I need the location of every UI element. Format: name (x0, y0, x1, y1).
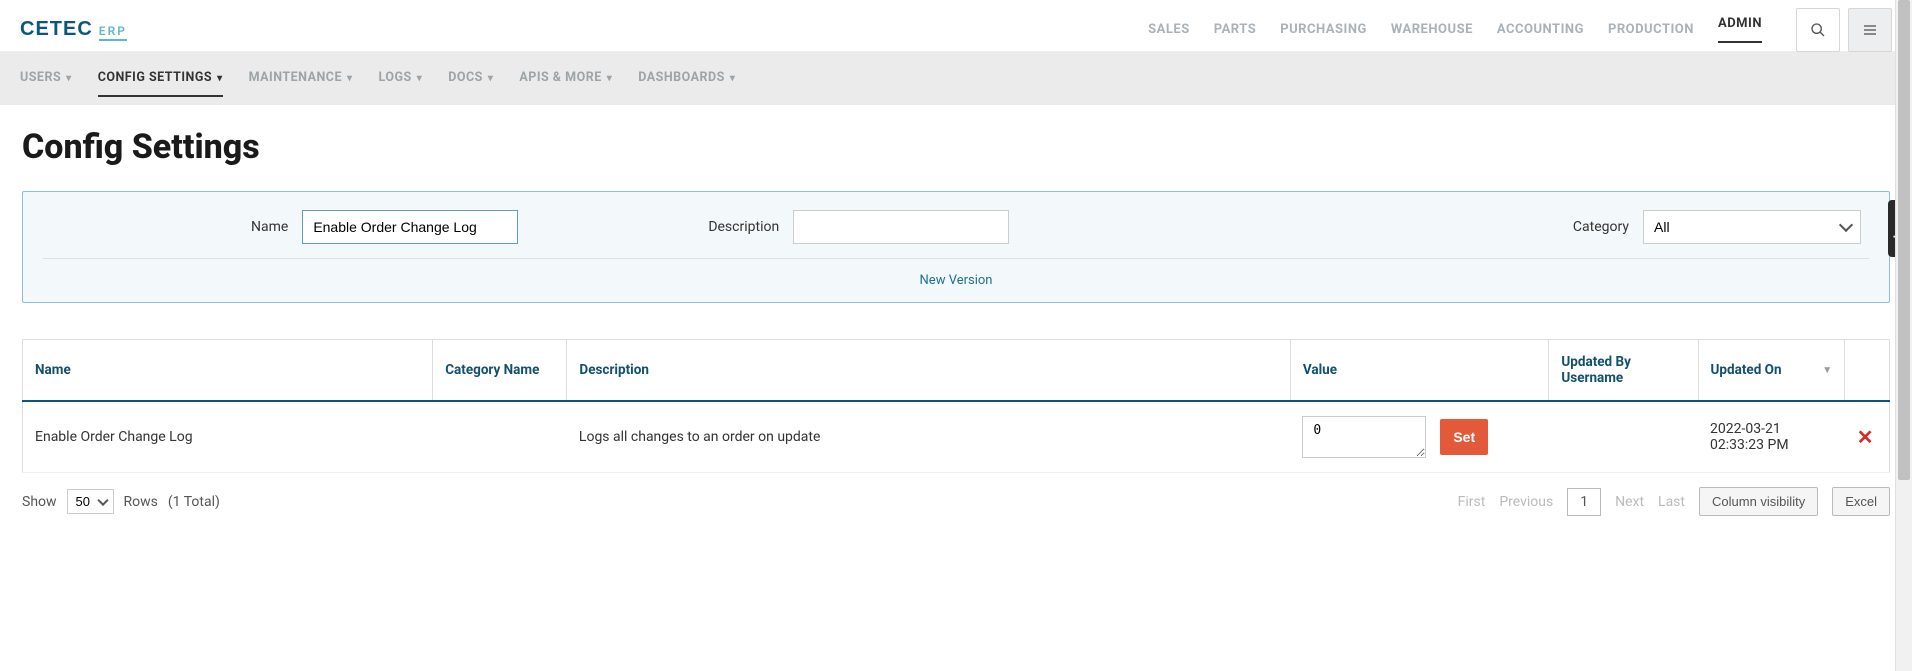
th-delete (1845, 340, 1890, 402)
cell-description: Logs all changes to an order on update (567, 401, 1290, 473)
pager-last[interactable]: Last (1658, 494, 1685, 510)
value-input[interactable] (1302, 416, 1426, 458)
search-icon (1810, 22, 1826, 38)
excel-button[interactable]: Excel (1832, 487, 1890, 516)
topnav-production[interactable]: PRODUCTION (1608, 22, 1694, 37)
topnav-admin[interactable]: ADMIN (1718, 16, 1762, 43)
table-row: Enable Order Change Log Logs all changes… (23, 401, 1890, 473)
subnav-logs[interactable]: LOGS ▾ (379, 70, 423, 87)
sort-desc-icon: ▼ (1822, 365, 1832, 376)
logo[interactable]: CETEC ERP (20, 18, 127, 41)
th-name[interactable]: Name (23, 340, 433, 402)
topnav-accounting[interactable]: ACCOUNTING (1497, 22, 1584, 37)
th-updated-by[interactable]: Updated By Username (1549, 340, 1698, 402)
total-label: (1 Total) (168, 494, 220, 510)
hamburger-icon (1862, 22, 1878, 38)
search-button[interactable] (1796, 8, 1840, 52)
delete-button[interactable]: ✕ (1857, 425, 1874, 449)
pager-first[interactable]: First (1458, 494, 1486, 510)
rows-per-page-select[interactable]: 50 (67, 489, 114, 514)
subnav-apis-more[interactable]: APIS & MORE ▾ (519, 70, 612, 87)
set-button[interactable]: Set (1440, 419, 1488, 455)
th-category[interactable]: Category Name (433, 340, 567, 402)
subnav-maintenance[interactable]: MAINTENANCE ▾ (249, 70, 353, 87)
cell-value: Set (1290, 401, 1549, 473)
topnav-sales[interactable]: SALES (1148, 22, 1190, 37)
th-value[interactable]: Value (1290, 340, 1549, 402)
logo-sub: ERP (99, 24, 127, 41)
menu-button[interactable] (1848, 8, 1892, 52)
table-footer: Show 50 Rows (1 Total) First Previous 1 … (22, 473, 1890, 530)
topnav-parts[interactable]: PARTS (1214, 22, 1256, 37)
pager-next[interactable]: Next (1615, 494, 1644, 510)
filter-category-select[interactable]: All (1643, 210, 1861, 244)
config-table: Name Category Name Description Value Upd… (22, 339, 1890, 473)
filter-desc-input[interactable] (793, 210, 1009, 244)
show-label: Show (22, 494, 57, 510)
th-description[interactable]: Description (567, 340, 1290, 402)
filter-name-input[interactable] (302, 210, 518, 244)
filter-category-label: Category (1573, 219, 1629, 235)
scrollbar-thumb[interactable] (1898, 0, 1910, 480)
cell-name: Enable Order Change Log (23, 401, 433, 473)
cell-updated-on: 2022-03-21 02:33:23 PM (1698, 401, 1845, 473)
pager-current[interactable]: 1 (1567, 488, 1601, 516)
th-updated-on[interactable]: Updated On ▼ (1698, 340, 1845, 402)
cell-category (433, 401, 567, 473)
logo-main: CETEC (20, 18, 93, 41)
topnav-warehouse[interactable]: WAREHOUSE (1391, 22, 1473, 37)
subnav-dashboards[interactable]: DASHBOARDS ▾ (638, 70, 735, 87)
cell-delete: ✕ (1845, 401, 1890, 473)
filter-name-label: Name (251, 219, 288, 235)
subnav-config-settings[interactable]: CONFIG SETTINGS ▾ (98, 70, 223, 97)
filter-desc-label: Description (708, 219, 779, 235)
rows-label: Rows (124, 494, 158, 510)
vertical-scrollbar[interactable] (1895, 0, 1912, 671)
page-title: Config Settings (22, 127, 1890, 167)
filter-panel: Name Description Category All New Versio… (22, 191, 1890, 303)
new-version-link[interactable]: New Version (920, 273, 993, 288)
topnav-purchasing[interactable]: PURCHASING (1280, 22, 1367, 37)
pager-previous[interactable]: Previous (1499, 494, 1553, 510)
column-visibility-button[interactable]: Column visibility (1699, 487, 1818, 516)
top-nav: SALES PARTS PURCHASING WAREHOUSE ACCOUNT… (1148, 8, 1892, 52)
sub-nav: USERS ▾ CONFIG SETTINGS ▾ MAINTENANCE ▾ … (0, 52, 1912, 105)
subnav-docs[interactable]: DOCS ▾ (448, 70, 493, 87)
subnav-users[interactable]: USERS ▾ (20, 70, 72, 87)
cell-updated-by (1549, 401, 1698, 473)
